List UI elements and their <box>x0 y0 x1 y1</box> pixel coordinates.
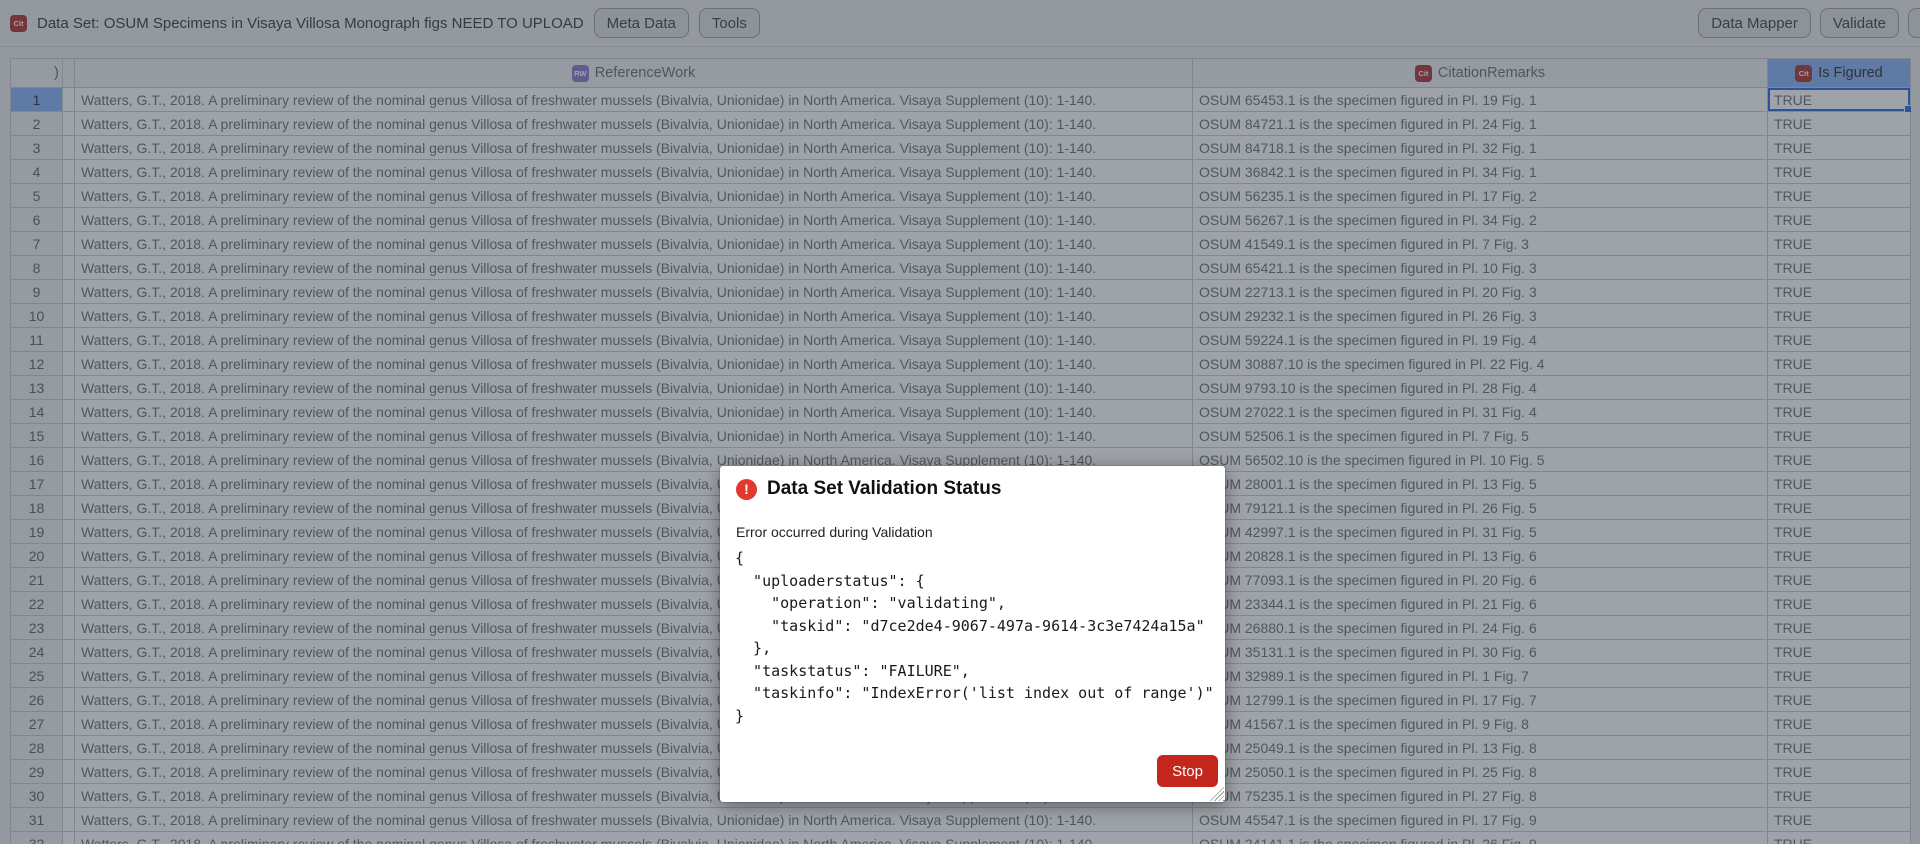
dialog-title: Data Set Validation Status <box>767 478 1002 499</box>
stop-button[interactable]: Stop <box>1157 755 1218 787</box>
dialog-title-row: ! Data Set Validation Status <box>736 478 1209 500</box>
validation-json: { "uploaderstatus": { "operation": "vali… <box>735 549 1214 725</box>
validation-dialog: ! Data Set Validation Status Error occur… <box>720 466 1225 802</box>
dialog-message: Error occurred during Validation <box>736 524 933 540</box>
dialog-resize-handle[interactable] <box>1209 786 1224 801</box>
error-icon: ! <box>736 478 757 500</box>
